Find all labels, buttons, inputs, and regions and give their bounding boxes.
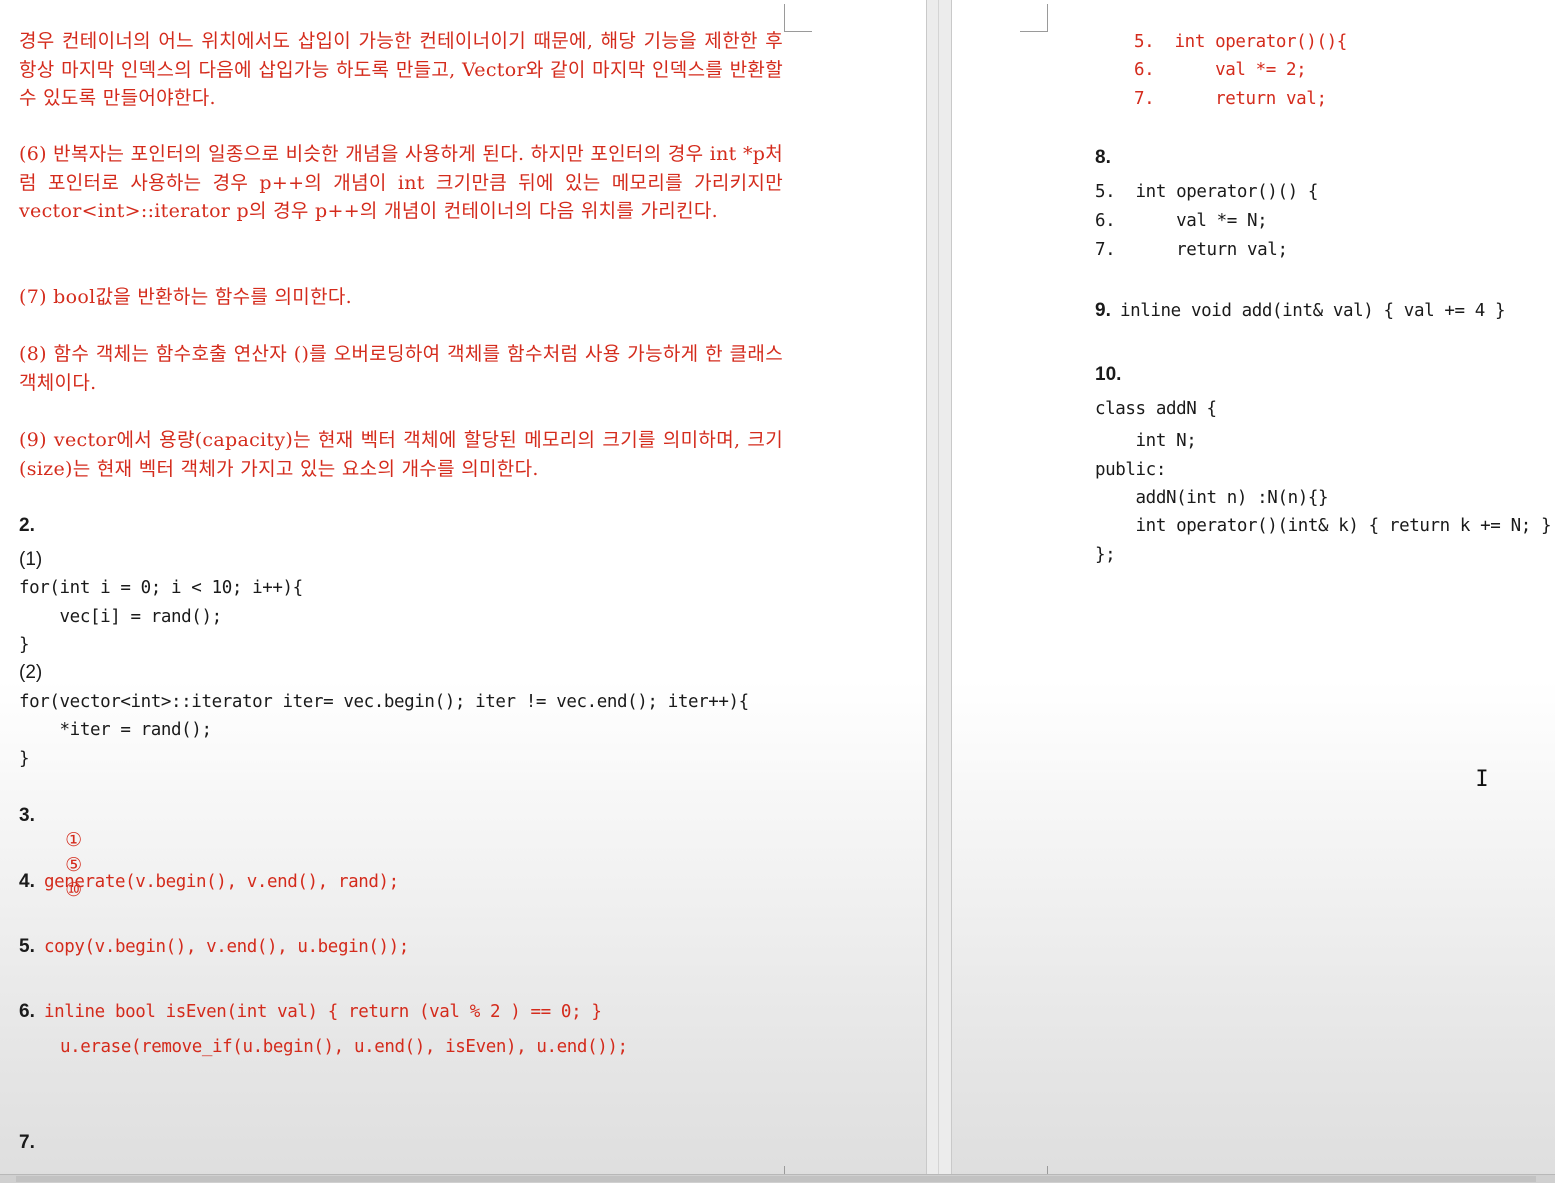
code-line: public: <box>1095 460 1166 480</box>
question-number: 3. <box>19 805 35 826</box>
question-number: 7. <box>19 1132 35 1153</box>
sub-question-label: (1) <box>19 549 43 570</box>
divider <box>938 0 939 1182</box>
code-line: inline bool isEven(int val) { return (va… <box>44 1002 602 1022</box>
sub-question-label: (2) <box>19 662 43 683</box>
text-cursor-icon: I <box>1475 767 1489 792</box>
answer-choice: ① <box>65 829 83 851</box>
paragraph-text: (6) 반복자는 포인터의 일종으로 비슷한 개념을 사용하게 된다. 하지만 … <box>19 143 783 223</box>
question-number: 5. <box>19 936 35 957</box>
scrollbar-thumb[interactable] <box>16 1176 1536 1182</box>
code-line: } <box>19 635 30 655</box>
code-line: u.erase(remove_if(u.begin(), u.end(), is… <box>60 1037 628 1057</box>
question-number: 2. <box>19 515 35 536</box>
question-number: 4. <box>19 871 35 892</box>
code-line: 5. int operator()() { <box>1095 182 1318 202</box>
code-line: inline void add(int& val) { val += 4 } <box>1120 301 1506 321</box>
code-line: addN(int n) :N(n){} <box>1095 488 1329 508</box>
page-gutter <box>926 0 952 1182</box>
code-line: for(int i = 0; i < 10; i++){ <box>19 578 303 598</box>
question-number: 8. <box>1095 147 1111 168</box>
code-line: 6. val *= 2; <box>1134 60 1307 80</box>
code-line: vec[i] = rand(); <box>19 607 223 627</box>
code-line: } <box>19 749 30 769</box>
code-line: 7. return val; <box>1095 240 1288 260</box>
code-line: }; <box>1095 545 1116 565</box>
question-number: 9. <box>1095 300 1111 321</box>
question-number: 6. <box>19 1001 35 1022</box>
page-corner-mark <box>784 4 812 32</box>
question-number: 10. <box>1095 364 1122 385</box>
paragraph-text: (7) bool값을 반환하는 함수를 의미한다. <box>19 286 352 308</box>
code-line: copy(v.begin(), v.end(), u.begin()); <box>44 937 409 957</box>
code-line: 6. val *= N; <box>1095 211 1268 231</box>
page-corner-mark <box>1020 4 1048 32</box>
document-page-right[interactable]: 5. int operator()(){ 6. val *= 2; 7. ret… <box>952 0 1555 1182</box>
code-line: int operator()(int& k) { return k += N; … <box>1095 516 1552 536</box>
paragraph-text: (9) vector에서 용량(capacity)는 현재 벡터 객체에 할당된… <box>19 429 783 480</box>
paragraph-text: 경우 컨테이너의 어느 위치에서도 삽입이 가능한 컨테이너이기 때문에, 해당… <box>19 30 783 110</box>
document-page-left[interactable]: 경우 컨테이너의 어느 위치에서도 삽입이 가능한 컨테이너이기 때문에, 해당… <box>0 0 926 1182</box>
code-line: generate(v.begin(), v.end(), rand); <box>44 872 399 892</box>
answer-list: ① ⑤ ⑩ <box>44 804 87 927</box>
paragraph-text: (8) 함수 객체는 함수호출 연산자 ()를 오버로딩하여 객체를 함수처럼 … <box>19 343 783 394</box>
code-line: class addN { <box>1095 399 1217 419</box>
code-line: for(vector<int>::iterator iter= vec.begi… <box>19 692 749 712</box>
code-line: int N; <box>1095 431 1197 451</box>
code-line: 7. return val; <box>1134 89 1327 109</box>
code-line: 5. int operator()(){ <box>1134 32 1347 52</box>
code-line: *iter = rand(); <box>19 720 212 740</box>
